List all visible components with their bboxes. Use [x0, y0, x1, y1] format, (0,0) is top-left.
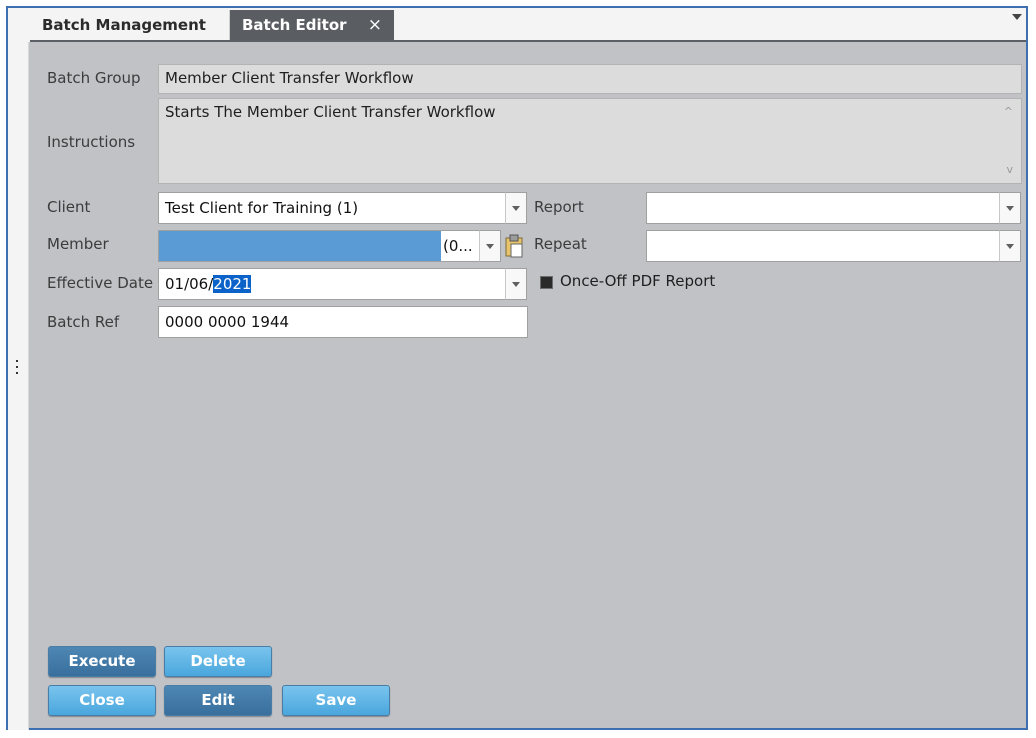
drag-handle-icon[interactable] — [16, 360, 19, 378]
client-combobox[interactable]: Test Client for Training (1) — [158, 192, 506, 224]
repeat-dropdown-chevron-icon[interactable] — [999, 230, 1021, 262]
batch-group-label: Batch Group — [47, 69, 141, 87]
effective-date-prefix: 01/06/ — [165, 275, 214, 293]
member-combobox[interactable]: (0... — [158, 230, 480, 262]
repeat-label: Repeat — [534, 235, 587, 253]
member-label: Member — [47, 235, 109, 253]
tab-strip: Batch Management Batch Editor × — [8, 8, 1026, 42]
member-redacted-name — [159, 231, 441, 261]
client-label: Client — [47, 198, 91, 216]
effective-date-label: Effective Date — [47, 274, 154, 292]
save-button[interactable]: Save — [282, 685, 390, 716]
collapsed-side-panel[interactable] — [8, 42, 29, 730]
once-off-pdf-checkbox[interactable] — [540, 276, 553, 289]
effective-date-selected-year: 2021 — [213, 275, 252, 293]
tab-underline — [30, 40, 1026, 42]
once-off-pdf-label: Once-Off PDF Report — [560, 272, 716, 290]
member-dropdown-chevron-icon[interactable] — [479, 230, 501, 262]
batch-ref-input[interactable]: 0000 0000 1944 — [158, 306, 528, 338]
scroll-up-icon[interactable]: ^ — [1004, 105, 1013, 118]
tab-batch-editor-label: Batch Editor — [242, 16, 347, 34]
delete-button[interactable]: Delete — [164, 646, 272, 677]
report-dropdown-chevron-icon[interactable] — [999, 192, 1021, 224]
report-combobox[interactable] — [646, 192, 1000, 224]
batch-ref-label: Batch Ref — [47, 313, 120, 331]
instructions-textarea[interactable]: Starts The Member Client Transfer Workfl… — [158, 98, 1022, 184]
instructions-label: Instructions — [47, 133, 136, 151]
client-dropdown-chevron-icon[interactable] — [505, 192, 527, 224]
tab-batch-editor[interactable]: Batch Editor × — [230, 10, 394, 40]
tab-menu-chevron-down-icon[interactable] — [1012, 14, 1022, 20]
execute-button[interactable]: Execute — [48, 646, 156, 677]
member-value-suffix: (0... — [443, 237, 473, 255]
edit-button[interactable]: Edit — [164, 685, 272, 716]
effective-date-dropdown-chevron-icon[interactable] — [505, 268, 527, 300]
repeat-combobox[interactable] — [646, 230, 1000, 262]
batch-group-value: Member Client Transfer Workflow — [165, 69, 414, 87]
batch-group-field: Member Client Transfer Workflow — [158, 64, 1022, 94]
close-tab-icon[interactable]: × — [368, 10, 382, 40]
instructions-value: Starts The Member Client Transfer Workfl… — [165, 103, 496, 121]
client-value: Test Client for Training (1) — [165, 199, 359, 217]
effective-date-input[interactable]: 01/06/2021 — [158, 268, 506, 300]
tab-batch-management[interactable]: Batch Management — [30, 10, 230, 40]
scroll-down-icon[interactable]: v — [1006, 163, 1013, 176]
report-label: Report — [534, 198, 584, 216]
batch-ref-value: 0000 0000 1944 — [165, 313, 290, 331]
tab-batch-management-label: Batch Management — [42, 16, 206, 34]
batch-editor-window: Batch Management Batch Editor × Batch Gr… — [6, 6, 1028, 730]
close-button[interactable]: Close — [48, 685, 156, 716]
clipboard-paste-icon[interactable] — [504, 234, 524, 258]
